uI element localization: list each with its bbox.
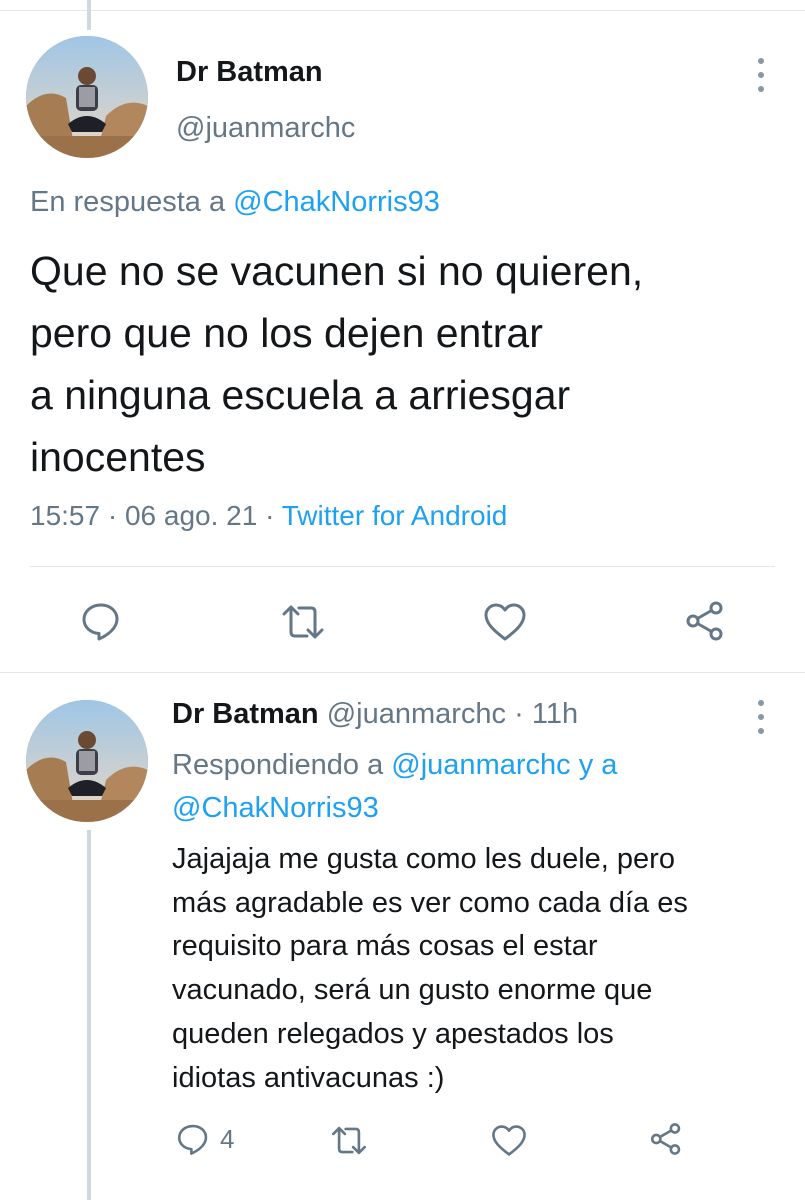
replying-to-mention-1[interactable]: @juanmarchc (391, 749, 570, 781)
reply-text-line: vacunado, será un gusto enorme que (172, 974, 653, 1007)
tweet-text-line: a ninguna escuela a arriesgar (30, 372, 571, 418)
thread-line-top (87, 0, 91, 30)
header-separator: · (514, 698, 524, 730)
reply-retweet-button[interactable] (330, 1124, 368, 1157)
tweet-meta: 15:57 · 06 ago. 21 · Twitter for Android (30, 500, 507, 532)
reply-author-handle[interactable]: @juanmarchc (327, 698, 506, 730)
reply-author-name[interactable]: Dr Batman (172, 698, 319, 730)
reply-like-button[interactable] (491, 1124, 527, 1157)
tweet-text: Que no se vacunen si no quieren, pero qu… (30, 240, 770, 488)
reply-text-line: más agradable es ver como cada día es (172, 886, 688, 919)
reply-share-button[interactable] (648, 1122, 684, 1156)
tweet-text-line: inocentes (30, 434, 206, 480)
reply-text-line: Jajajaja me gusta como les duele, pero (172, 843, 675, 875)
avatar-photo (26, 700, 148, 822)
more-options-icon[interactable] (751, 58, 771, 92)
meta-separator: · (107, 500, 118, 531)
retweet-button[interactable] (280, 602, 326, 642)
reply-text: Jajajaja me gusta como les duele, pero m… (172, 838, 782, 1100)
tweet-source[interactable]: Twitter for Android (282, 500, 508, 531)
reply-text-line: requisito para más cosas el estar (172, 930, 598, 963)
retweet-icon (332, 1126, 366, 1155)
avatar-photo (26, 36, 148, 158)
reply-button[interactable] (80, 600, 122, 642)
tweet-divider (30, 566, 775, 567)
tweet-text-line: pero que no los dejen entrar (30, 310, 543, 356)
reply-to-mention[interactable]: @ChakNorris93 (233, 186, 440, 218)
reply-header: Dr Batman @juanmarchc · 11h (172, 698, 578, 731)
replying-to: Respondiendo a @juanmarchc y a @ChakNorr… (172, 744, 772, 830)
retweet-icon (282, 605, 324, 639)
thread-line-bottom (87, 830, 91, 1200)
share-icon (686, 601, 723, 641)
like-icon (492, 1125, 526, 1156)
author-handle[interactable]: @juanmarchc (176, 112, 355, 145)
reply-icon (177, 1124, 208, 1155)
author-name[interactable]: Dr Batman (176, 56, 323, 89)
like-icon (484, 603, 526, 641)
meta-separator: · (265, 500, 275, 531)
share-icon (650, 1123, 681, 1155)
reply-text-line: idiotas antivacunas :) (172, 1061, 445, 1094)
reply-more-options-icon[interactable] (751, 700, 771, 734)
replying-to-mention-2[interactable]: @ChakNorris93 (172, 792, 379, 824)
section-divider (0, 672, 805, 673)
tweet-date: 06 ago. 21 (124, 500, 258, 531)
tweet-text-line: Que no se vacunen si no quieren, (30, 248, 644, 294)
avatar[interactable] (26, 36, 148, 158)
reply-avatar[interactable] (26, 700, 148, 822)
top-divider (0, 10, 805, 11)
reply-text-line: queden relegados y apestados los (172, 1017, 614, 1050)
reply-age: 11h (531, 698, 579, 730)
reply-reply-button[interactable]: 4 (176, 1122, 234, 1156)
in-reply-to-label: En respuesta a (30, 186, 226, 218)
tweet-time: 15:57 (30, 500, 101, 531)
like-button[interactable] (483, 602, 527, 642)
share-button[interactable] (683, 600, 727, 642)
replying-to-join[interactable]: y a (579, 749, 618, 781)
reply-count: 4 (220, 1123, 235, 1154)
in-reply-to: En respuesta a @ChakNorris93 (30, 186, 440, 219)
replying-to-label: Respondiendo a (172, 749, 384, 781)
reply-icon (82, 603, 119, 641)
